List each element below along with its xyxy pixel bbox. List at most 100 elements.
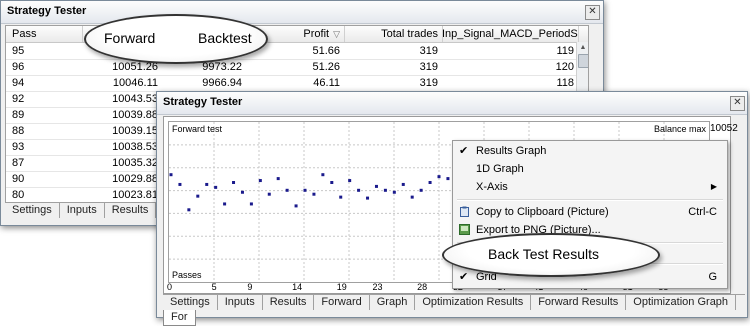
tab-results[interactable]: Results — [263, 295, 315, 310]
scatter-point — [330, 181, 334, 184]
scatter-point — [223, 202, 227, 206]
tab-settings[interactable]: Settings — [163, 295, 218, 310]
scatter-point — [419, 188, 423, 192]
png-export-icon — [459, 224, 470, 235]
cell-forward: 10023.81 — [112, 189, 158, 201]
menu-item-1d-graph[interactable]: 1D Graph — [453, 160, 727, 178]
cell-pass: 89 — [12, 109, 25, 121]
cell-pass: 93 — [12, 141, 25, 153]
callout-back-test-results-label: Back Test Results — [488, 246, 600, 262]
menu-shortcut: G — [708, 271, 717, 283]
tab-results[interactable]: Results — [105, 203, 157, 218]
callout-backtest-label: Backtest — [198, 30, 252, 46]
scatter-point — [446, 177, 450, 181]
scatter-point — [267, 192, 271, 196]
close-icon[interactable]: ✕ — [585, 5, 600, 20]
cell-forward: 10043.53 — [112, 93, 158, 105]
front-tab-bar: Settings Inputs Results Forward Graph Optimiz… — [163, 294, 745, 326]
cell-pass: 87 — [12, 157, 25, 169]
menu-separator — [457, 199, 723, 201]
cell-pass: 90 — [12, 173, 25, 185]
scatter-point — [214, 185, 218, 189]
clipboard-icon — [460, 206, 469, 217]
tab-forward-results[interactable]: Forward Results — [531, 295, 627, 310]
cell-profit: 51.26 — [312, 61, 340, 73]
tab-inputs[interactable]: Inputs — [218, 295, 263, 310]
callout-forward-label: Forward — [104, 30, 156, 46]
scatter-point — [205, 182, 209, 186]
forward-backtest-callout: Forward Backtest — [84, 14, 268, 64]
scatter-point — [258, 179, 262, 183]
cell-macd: 119 — [556, 45, 574, 57]
check-icon: ✔ — [459, 271, 469, 283]
menu-shortcut: Ctrl-C — [688, 206, 717, 218]
tab-graph[interactable]: Graph — [370, 295, 416, 310]
cell-forward: 10046.11 — [112, 77, 158, 89]
column-header-total-trades[interactable]: Total trades — [344, 26, 443, 42]
scatter-point — [294, 204, 298, 208]
scroll-up-icon[interactable]: ▲ — [578, 43, 588, 53]
cell-forward: 10038.53 — [112, 141, 158, 153]
scatter-point — [374, 184, 378, 188]
table-row[interactable]: 96 10051.26 9973.22 51.26 319 120 — [6, 59, 576, 76]
x-tick-label: 14 — [292, 282, 303, 292]
close-icon[interactable]: ✕ — [730, 96, 745, 111]
x-tick-label: 0 — [167, 282, 173, 292]
cell-backtest: 9966.94 — [202, 77, 242, 89]
scatter-point — [232, 181, 236, 184]
cell-forward: 10039.15 — [112, 125, 158, 137]
submenu-arrow-icon: ▶ — [710, 182, 717, 191]
cell-total-trades: 319 — [419, 61, 438, 73]
back-titlebar: Strategy Tester ✕ — [1, 1, 603, 24]
scatter-point — [383, 188, 387, 192]
menu-item-results-graph[interactable]: ✔ Results Graph — [453, 142, 727, 160]
table-row[interactable]: 94 10046.11 9966.94 46.11 319 118 — [6, 75, 576, 92]
tab-optimization-results[interactable]: Optimization Results — [415, 295, 532, 310]
back-test-results-callout: Back Test Results — [442, 233, 660, 277]
x-tick-label: 9 — [247, 282, 253, 292]
cell-macd: 120 — [555, 61, 574, 73]
x-tick-label: 19 — [336, 282, 347, 292]
passes-label: Passes — [172, 270, 202, 280]
scatter-point — [366, 196, 370, 200]
scatter-point — [285, 188, 289, 192]
scatter-point — [187, 208, 191, 212]
cell-forward: 10039.88 — [112, 109, 158, 121]
menu-label: 1D Graph — [476, 163, 524, 175]
scatter-point — [348, 179, 352, 183]
column-header-macd-period-slow[interactable]: Inp_Signal_MACD_PeriodSlow — [442, 26, 579, 42]
scatter-point — [303, 188, 307, 192]
front-titlebar: Strategy Tester ✕ — [157, 92, 747, 115]
scatter-point — [196, 194, 200, 198]
tab-forward-graph[interactable]: For — [163, 310, 196, 326]
cell-pass: 80 — [12, 189, 25, 201]
tab-settings[interactable]: Settings — [5, 203, 60, 218]
scatter-point — [410, 195, 414, 199]
scroll-thumb[interactable] — [578, 54, 588, 68]
scatter-point — [178, 182, 182, 186]
scatter-point — [276, 177, 280, 181]
x-tick-label: 5 — [211, 282, 217, 292]
front-window-title: Strategy Tester — [163, 96, 243, 108]
cell-forward: 10029.88 — [112, 173, 158, 185]
scatter-point — [240, 190, 244, 194]
tab-inputs[interactable]: Inputs — [60, 203, 105, 218]
menu-item-x-axis[interactable]: X-Axis ▶ — [453, 178, 727, 196]
chart-label: Forward test — [172, 124, 223, 134]
cell-pass: 96 — [12, 61, 25, 73]
column-header-pass[interactable]: Pass — [6, 26, 83, 42]
scatter-point — [357, 188, 361, 192]
cell-forward: 10035.32 — [112, 157, 158, 169]
cell-total-trades: 319 — [419, 45, 438, 57]
menu-label: X-Axis — [476, 181, 508, 193]
tab-forward[interactable]: Forward — [314, 295, 370, 310]
cell-pass: 94 — [12, 77, 25, 89]
menu-item-copy-clipboard[interactable]: Copy to Clipboard (Picture) Ctrl-C — [453, 203, 727, 221]
cell-profit: 46.11 — [313, 77, 340, 89]
profit-header-label: Profit — [303, 28, 330, 40]
scatter-point — [428, 181, 432, 184]
check-icon: ✔ — [459, 145, 469, 157]
tab-optimization-graph[interactable]: Optimization Graph — [626, 295, 737, 310]
balance-max-label: Balance max — [653, 124, 706, 134]
scatter-point — [401, 182, 405, 186]
